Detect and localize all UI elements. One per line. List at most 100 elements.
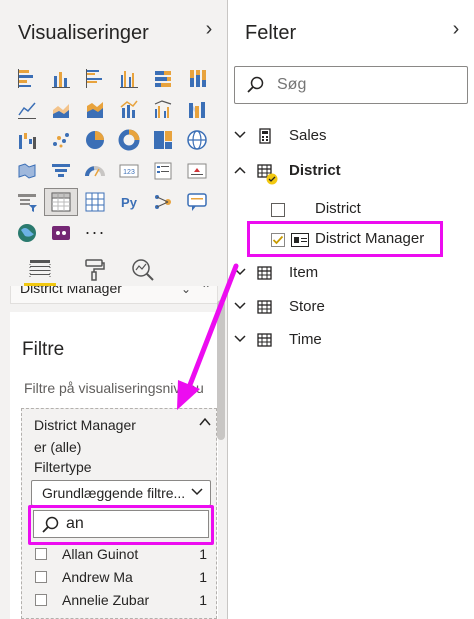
analytics-magnifier-icon bbox=[132, 259, 154, 281]
search-icon bbox=[42, 516, 59, 533]
arcgis-map-icon[interactable] bbox=[10, 219, 44, 247]
chevron-down-icon[interactable] bbox=[232, 298, 248, 314]
field-district-manager[interactable]: District Manager bbox=[229, 229, 474, 257]
ribbon-chart-icon[interactable] bbox=[180, 95, 214, 123]
visual-level-filters-label: Filtre på visualiseringsniveau bbox=[24, 380, 204, 396]
treemap-icon[interactable] bbox=[146, 126, 180, 154]
python-visual-icon[interactable]: Py bbox=[112, 188, 146, 216]
chevron-down-icon[interactable]: ⌄ bbox=[181, 286, 191, 296]
clustered-bar-chart-icon[interactable] bbox=[78, 64, 112, 92]
filter-search-input[interactable] bbox=[66, 514, 204, 534]
pie-chart-icon[interactable] bbox=[78, 126, 112, 154]
table-icon bbox=[257, 333, 272, 347]
chevron-up-icon[interactable]: ⌃ bbox=[201, 286, 211, 296]
stacked-column-chart-icon[interactable] bbox=[44, 64, 78, 92]
kpi-icon[interactable] bbox=[180, 157, 214, 185]
filter-card-field-name: District Manager bbox=[34, 417, 136, 433]
collapse-fields-button[interactable]: › bbox=[447, 18, 465, 41]
table-icon bbox=[257, 300, 272, 314]
tab-fields[interactable] bbox=[24, 254, 56, 286]
field-checkbox[interactable] bbox=[271, 203, 285, 217]
filters-title: Filtre bbox=[22, 339, 65, 360]
filter-state: er (alle) bbox=[34, 439, 82, 455]
table-district[interactable]: District bbox=[229, 159, 474, 187]
field-checkbox-checked[interactable] bbox=[271, 233, 285, 247]
filter-type-dropdown[interactable]: Grundlæggende filtre... bbox=[31, 480, 211, 506]
filter-item-checkbox[interactable] bbox=[35, 571, 47, 583]
table-time[interactable]: Time bbox=[229, 328, 474, 356]
filters-scrollbar[interactable] bbox=[217, 300, 225, 440]
filter-search-box[interactable] bbox=[33, 510, 209, 538]
filter-list-item[interactable]: Andrew Ma 1 bbox=[35, 567, 213, 589]
donut-chart-icon[interactable] bbox=[112, 126, 146, 154]
svg-text:Py: Py bbox=[121, 195, 138, 210]
fields-title: Felter bbox=[245, 22, 297, 44]
more-visuals-button[interactable]: ··· bbox=[78, 219, 112, 247]
field-name: District bbox=[315, 200, 361, 217]
filter-item-name: Andrew Ma bbox=[62, 569, 133, 585]
filter-item-checkbox[interactable] bbox=[35, 594, 47, 606]
filter-type-label: Filtertype bbox=[34, 459, 92, 475]
tab-format[interactable] bbox=[78, 254, 110, 286]
table-store[interactable]: Store bbox=[229, 295, 474, 323]
table-visual-icon[interactable] bbox=[44, 187, 78, 216]
chevron-down-icon bbox=[190, 484, 204, 501]
stacked-area-chart-icon[interactable] bbox=[78, 95, 112, 123]
table-name: District bbox=[289, 162, 341, 179]
chevron-down-icon[interactable] bbox=[232, 264, 248, 280]
ellipsis-icon: ··· bbox=[84, 222, 106, 242]
filter-item-count: 1 bbox=[199, 569, 207, 585]
100-stacked-bar-chart-icon[interactable] bbox=[146, 64, 180, 92]
visual-types-gallery: 123 Py ··· bbox=[10, 62, 220, 248]
filter-item-count: 1 bbox=[199, 546, 207, 562]
slicer-icon[interactable] bbox=[10, 188, 44, 216]
field-well-item-label: District Manager bbox=[20, 286, 122, 296]
calculator-icon bbox=[259, 128, 271, 144]
table-item[interactable]: Item bbox=[229, 261, 474, 289]
gauge-icon[interactable] bbox=[78, 157, 112, 185]
chevron-up-icon bbox=[199, 417, 211, 426]
funnel-icon[interactable] bbox=[44, 157, 78, 185]
power-apps-icon[interactable] bbox=[44, 219, 78, 247]
multi-row-card-icon[interactable] bbox=[146, 157, 180, 185]
100-stacked-column-chart-icon[interactable] bbox=[180, 64, 214, 92]
fields-well-icon bbox=[29, 259, 51, 278]
table-name: Store bbox=[289, 298, 325, 315]
filter-list-item[interactable]: Annelie Zubar 1 bbox=[35, 590, 213, 612]
collapse-visualizations-button[interactable]: › bbox=[200, 18, 218, 41]
chevron-right-icon: › bbox=[205, 18, 213, 40]
waterfall-chart-icon[interactable] bbox=[10, 126, 44, 154]
scatter-chart-icon[interactable] bbox=[44, 126, 78, 154]
clustered-column-chart-icon[interactable] bbox=[112, 64, 146, 92]
filter-type-value: Grundlæggende filtre... bbox=[42, 485, 186, 501]
key-influencers-icon[interactable] bbox=[146, 188, 180, 216]
fields-pane: Felter › Sales District District Distric… bbox=[229, 0, 474, 619]
fields-search-input[interactable] bbox=[277, 75, 457, 95]
filled-map-icon[interactable] bbox=[10, 157, 44, 185]
matrix-icon[interactable] bbox=[78, 188, 112, 216]
card-icon[interactable]: 123 bbox=[112, 157, 146, 185]
qna-visual-icon[interactable] bbox=[180, 188, 214, 216]
text-field-icon bbox=[291, 233, 309, 247]
field-well-item[interactable]: District Manager ⌄ ⌃ bbox=[10, 286, 218, 304]
filter-item-name: Annelie Zubar bbox=[62, 592, 150, 608]
line-and-column-chart-icon[interactable] bbox=[112, 95, 146, 123]
search-icon bbox=[247, 76, 264, 93]
line-chart-icon[interactable] bbox=[10, 95, 44, 123]
chevron-up-icon[interactable] bbox=[232, 162, 248, 178]
visualizations-title: Visualiseringer bbox=[18, 22, 149, 44]
table-sales[interactable]: Sales bbox=[229, 124, 474, 152]
tab-analytics[interactable] bbox=[127, 254, 159, 286]
paint-roller-icon bbox=[85, 259, 105, 281]
table-name: Sales bbox=[289, 127, 327, 144]
area-chart-icon[interactable] bbox=[44, 95, 78, 123]
map-icon[interactable] bbox=[180, 126, 214, 154]
filter-item-checkbox[interactable] bbox=[35, 548, 47, 560]
fields-search-box[interactable] bbox=[234, 66, 468, 104]
stacked-bar-chart-icon[interactable] bbox=[10, 64, 44, 92]
filter-list-item[interactable]: Allan Guinot 1 bbox=[35, 544, 213, 566]
line-and-clustered-column-icon[interactable] bbox=[146, 95, 180, 123]
chevron-down-icon[interactable] bbox=[232, 331, 248, 347]
chevron-down-icon[interactable] bbox=[232, 127, 248, 143]
collapse-filter-card-button[interactable] bbox=[198, 415, 212, 432]
